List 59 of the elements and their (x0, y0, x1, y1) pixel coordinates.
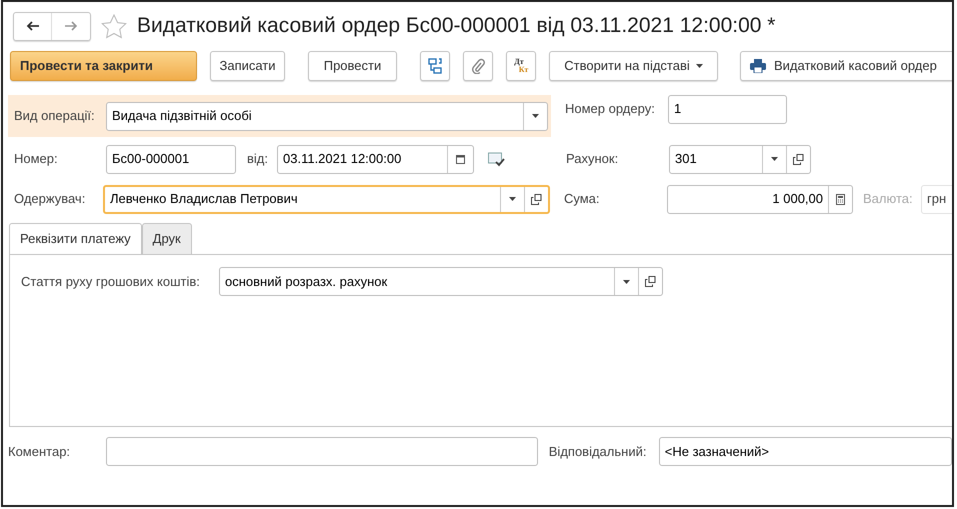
order-number-field[interactable]: 1 (668, 94, 787, 124)
star-icon[interactable] (101, 14, 127, 38)
field-value: Левченко Владислав Петрович (110, 190, 298, 208)
field-value: 03.11.2021 12:00:00 (283, 150, 402, 168)
toolbar-button[interactable]: Записати (210, 51, 285, 81)
forward-arrow-icon (64, 21, 78, 31)
printer-icon (750, 59, 766, 73)
debit-credit-button[interactable]: Дт Кт (506, 51, 536, 81)
field-label: Номер ордеру: (565, 100, 656, 118)
field-label: Валюта: (863, 190, 914, 208)
tab[interactable]: Друк (142, 223, 192, 255)
field-value: 1 (674, 100, 682, 118)
field-label: Відповідальний: (548, 442, 648, 461)
field-value: 301 (675, 150, 697, 168)
post-and-close-button[interactable]: Провести та закрити (10, 51, 197, 81)
print-button[interactable]: Видатковий касовий ордер (740, 51, 952, 81)
calendar-icon (456, 154, 465, 164)
toolbar-button[interactable]: Провести (308, 51, 397, 81)
structure-icon (428, 58, 442, 74)
structure-button[interactable] (420, 51, 450, 81)
field-value: <Не зазначений> (664, 442, 770, 461)
caret-icon (623, 280, 630, 284)
field-label: Сума: (564, 190, 601, 208)
paperclip-icon (471, 58, 485, 74)
create-based-on-button[interactable]: Створити на підставі (549, 51, 718, 81)
field-label: Вид операції: (14, 107, 96, 126)
responsible-field[interactable]: <Не зазначений> (658, 437, 952, 466)
number-field[interactable]: Бс00-000001 (106, 144, 236, 174)
account-field[interactable]: 301 (669, 144, 811, 174)
field-label: Одержувач: (14, 190, 86, 208)
comment-field[interactable] (106, 437, 538, 466)
field-value: Видача підзвітній особі (112, 107, 252, 126)
field-value: Бс00-000001 (112, 150, 190, 168)
open-icon (645, 276, 656, 287)
caret-icon (509, 197, 516, 201)
recipient-field[interactable]: Левченко Владислав Петрович (103, 184, 550, 214)
date-field[interactable]: 03.11.2021 12:00:00 (277, 144, 474, 174)
caret-icon (696, 64, 703, 68)
sum-field[interactable]: 1 000,00 (667, 184, 853, 214)
open-icon (531, 194, 542, 204)
field-value: 1 000,00 (772, 190, 823, 208)
window-title: Видатковий касовий ордер Бс00-000001 від 03.11.2021 12:00:00 * (137, 13, 776, 40)
attach-button[interactable] (463, 51, 493, 81)
operation-field[interactable]: Видача підзвітній особі (106, 102, 548, 130)
tab[interactable]: Реквізити платежу (9, 223, 142, 255)
open-icon (793, 154, 804, 164)
field-label: Номер: (14, 150, 59, 168)
back-arrow-icon (26, 21, 39, 31)
document-check-icon[interactable] (488, 152, 505, 166)
caret-icon (771, 157, 778, 161)
field-label: Коментар: (8, 442, 72, 461)
calculator-icon (836, 194, 845, 204)
field-value: грн (927, 190, 946, 208)
caret-icon (532, 114, 539, 118)
field-label: від: (247, 150, 269, 168)
cash-flow-item-field[interactable]: основний розразх. рахунок (219, 267, 663, 296)
field-label: Стаття руху грошових коштів: (21, 272, 201, 291)
field-label: Рахунок: (566, 150, 620, 168)
field-value: основний розразх. рахунок (225, 272, 388, 291)
